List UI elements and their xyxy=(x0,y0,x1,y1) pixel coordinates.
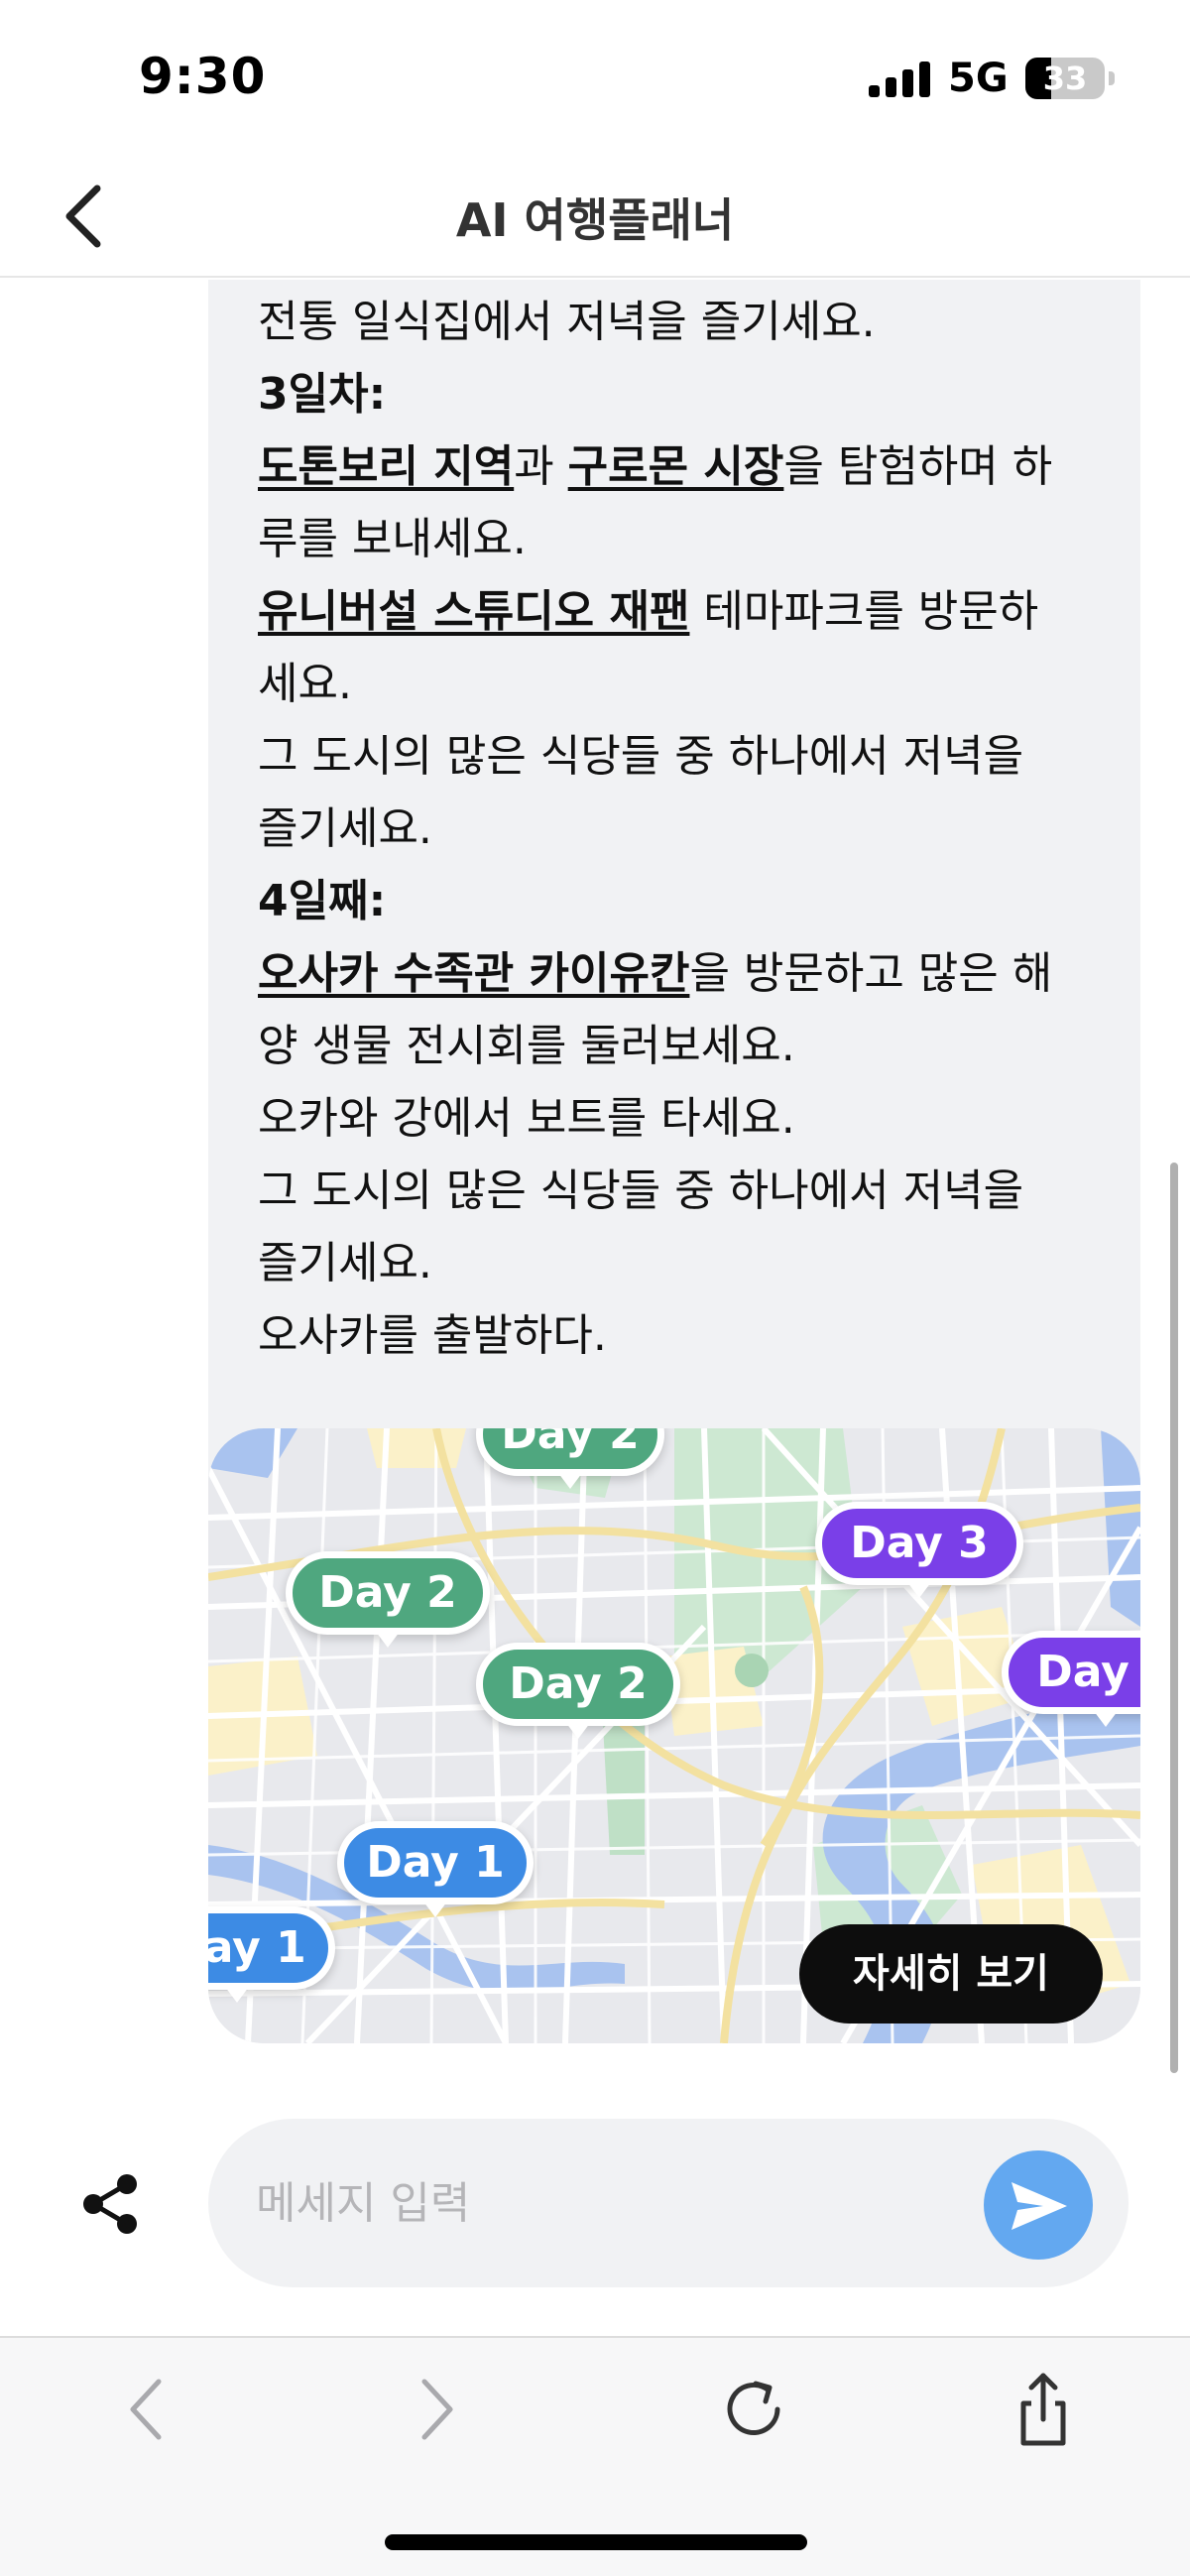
map-pin-day-3[interactable]: Day 3 xyxy=(1002,1631,1140,1727)
message-composer xyxy=(208,2119,1129,2287)
place-link[interactable]: 오사카 수족관 카이유칸 xyxy=(258,948,689,999)
itinerary-text-segment: 양 생물 전시회를 둘러보세요. xyxy=(258,1021,795,1071)
share-button[interactable] xyxy=(79,2172,143,2236)
itinerary-text-segment: 즐기세요. xyxy=(258,803,432,854)
itinerary-text-segment: 오카와 강에서 보트를 타세요. xyxy=(258,1093,795,1144)
map-pin-day-2[interactable]: Day 2 xyxy=(286,1551,490,1648)
itinerary-text: 전통 일식집에서 저녁을 즐기세요. 3일차: 도톤보리 지역과 구로몬 시장을 탐… xyxy=(258,286,1111,1372)
itinerary-map[interactable]: Day 2 Day 3 Day 2 Day 2 Day 3 Day 1 Day … xyxy=(208,1428,1140,2043)
map-pin-day-1[interactable]: Day 1 xyxy=(208,1906,335,2003)
itinerary-day-heading: 4일째: xyxy=(258,865,1111,937)
itinerary-text-segment: 그 도시의 많은 식당들 중 하나에서 저녁을 xyxy=(258,731,1024,782)
itinerary-line: 세요. xyxy=(258,648,1111,720)
itinerary-line: 루를 보내세요. xyxy=(258,503,1111,575)
map-pin-day-2[interactable]: Day 2 xyxy=(476,1643,680,1739)
battery-nub xyxy=(1109,71,1115,85)
place-link[interactable]: 도톤보리 지역 xyxy=(258,441,514,492)
home-indicator[interactable] xyxy=(385,2534,807,2550)
place-link[interactable]: 유니버설 스튜디오 재팬 xyxy=(258,586,689,637)
itinerary-line: 전통 일식집에서 저녁을 즐기세요. xyxy=(258,286,1111,358)
browser-share-icon xyxy=(1020,2373,1066,2446)
browser-back-button[interactable] xyxy=(105,2368,188,2451)
itinerary-line: 유니버설 스튜디오 재팬 테마파크를 방문하 xyxy=(258,575,1111,648)
itinerary-text-segment: 즐기세요. xyxy=(258,1238,432,1288)
view-details-button[interactable]: 자세히 보기 xyxy=(799,1924,1103,2024)
message-input[interactable] xyxy=(256,2119,930,2287)
itinerary-text-segment: 루를 보내세요. xyxy=(258,514,527,564)
map-pin-day-3[interactable]: Day 3 xyxy=(815,1502,1023,1598)
itinerary-text-segment: 과 xyxy=(514,441,568,492)
send-icon xyxy=(1012,2182,1067,2230)
browser-forward-button[interactable] xyxy=(395,2368,478,2451)
battery-percent: 33 xyxy=(1042,60,1088,97)
place-link[interactable]: 구로몬 시장 xyxy=(568,441,784,492)
page-title: AI 여행플래너 xyxy=(455,193,735,247)
network-type: 5G xyxy=(948,56,1009,101)
itinerary-line: 양 생물 전시회를 둘러보세요. xyxy=(258,1010,1111,1082)
browser-back-icon xyxy=(130,2379,162,2440)
itinerary-text-segment: 4일째: xyxy=(258,876,387,926)
itinerary-day-heading: 3일차: xyxy=(258,358,1111,430)
itinerary-text-segment: 을 방문하고 많은 해 xyxy=(689,948,1053,999)
map-pin-day-2[interactable]: Day 2 xyxy=(476,1428,664,1489)
itinerary-text-segment: 세요. xyxy=(258,659,352,709)
reload-icon xyxy=(727,2381,780,2435)
browser-toolbar xyxy=(0,2336,1190,2576)
itinerary-text-segment: 테마파크를 방문하 xyxy=(689,586,1039,637)
itinerary-line: 즐기세요. xyxy=(258,793,1111,865)
chat-scrollbar[interactable] xyxy=(1170,1163,1178,2073)
itinerary-text-segment: 을 탐험하며 하 xyxy=(783,441,1053,492)
itinerary-line: 그 도시의 많은 식당들 중 하나에서 저녁을 xyxy=(258,720,1111,793)
signal-icon xyxy=(869,61,932,97)
itinerary-line: 그 도시의 많은 식당들 중 하나에서 저녁을 xyxy=(258,1155,1111,1227)
itinerary-text-segment: 3일차: xyxy=(258,369,387,420)
reload-button[interactable] xyxy=(712,2368,795,2451)
battery-icon: 33 xyxy=(1025,58,1105,99)
itinerary-line: 도톤보리 지역과 구로몬 시장을 탐험하며 하 xyxy=(258,430,1111,503)
status-time: 9:30 xyxy=(139,48,267,105)
browser-share-button[interactable] xyxy=(1002,2368,1085,2451)
browser-forward-icon xyxy=(421,2379,453,2440)
itinerary-line: 오카와 강에서 보트를 타세요. xyxy=(258,1082,1111,1155)
app-header: AI 여행플래너 xyxy=(0,149,1190,278)
map-pin-day-1[interactable]: Day 1 xyxy=(337,1821,534,1917)
itinerary-text-segment: 전통 일식집에서 저녁을 즐기세요. xyxy=(258,297,876,347)
chat-area[interactable]: 전통 일식집에서 저녁을 즐기세요. 3일차: 도톤보리 지역과 구로몬 시장을 탐… xyxy=(0,280,1190,2065)
status-bar: 9:30 5G 33 xyxy=(0,0,1190,149)
itinerary-text-segment: 그 도시의 많은 식당들 중 하나에서 저녁을 xyxy=(258,1165,1024,1216)
itinerary-line: 즐기세요. xyxy=(258,1227,1111,1299)
itinerary-text-segment: 오사카를 출발하다. xyxy=(258,1310,607,1361)
share-icon xyxy=(83,2174,137,2234)
send-button[interactable] xyxy=(984,2150,1093,2260)
itinerary-line: 오사카를 출발하다. xyxy=(258,1299,1111,1372)
itinerary-line: 오사카 수족관 카이유칸을 방문하고 많은 해 xyxy=(258,937,1111,1010)
